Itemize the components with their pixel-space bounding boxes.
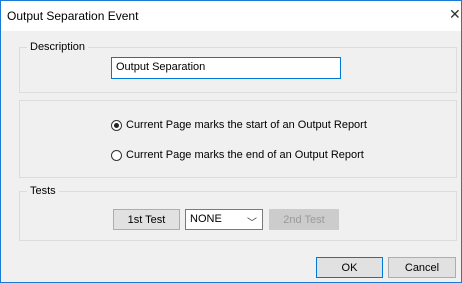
radio-end-row[interactable]: Current Page marks the end of an Output … <box>111 149 364 161</box>
dialog-title: Output Separation Event <box>7 9 139 23</box>
description-input[interactable]: Output Separation <box>111 57 341 79</box>
chevron-down-icon[interactable]: ﹀ <box>247 214 257 229</box>
first-test-button[interactable]: 1st Test <box>113 209 180 230</box>
description-legend: Description <box>27 41 89 53</box>
radio-start-row[interactable]: Current Page marks the start of an Outpu… <box>111 119 367 131</box>
output-separation-dialog: Output Separation Event ✕ Description Ou… <box>0 0 462 283</box>
radio-end[interactable] <box>111 149 122 161</box>
mode-group <box>19 100 457 178</box>
title-bar: Output Separation Event ✕ <box>1 1 461 31</box>
radio-end-label: Current Page marks the end of an Output … <box>126 149 364 161</box>
cancel-button[interactable]: Cancel <box>388 257 456 278</box>
close-icon[interactable]: ✕ <box>449 7 461 21</box>
ok-button[interactable]: OK <box>316 257 383 278</box>
test-select-value: NONE <box>190 213 222 225</box>
radio-start-label: Current Page marks the start of an Outpu… <box>126 119 367 131</box>
radio-start[interactable] <box>111 119 122 131</box>
test-select[interactable]: NONE ﹀ <box>185 209 263 230</box>
second-test-button[interactable]: 2nd Test <box>269 209 339 230</box>
tests-legend: Tests <box>27 185 59 197</box>
